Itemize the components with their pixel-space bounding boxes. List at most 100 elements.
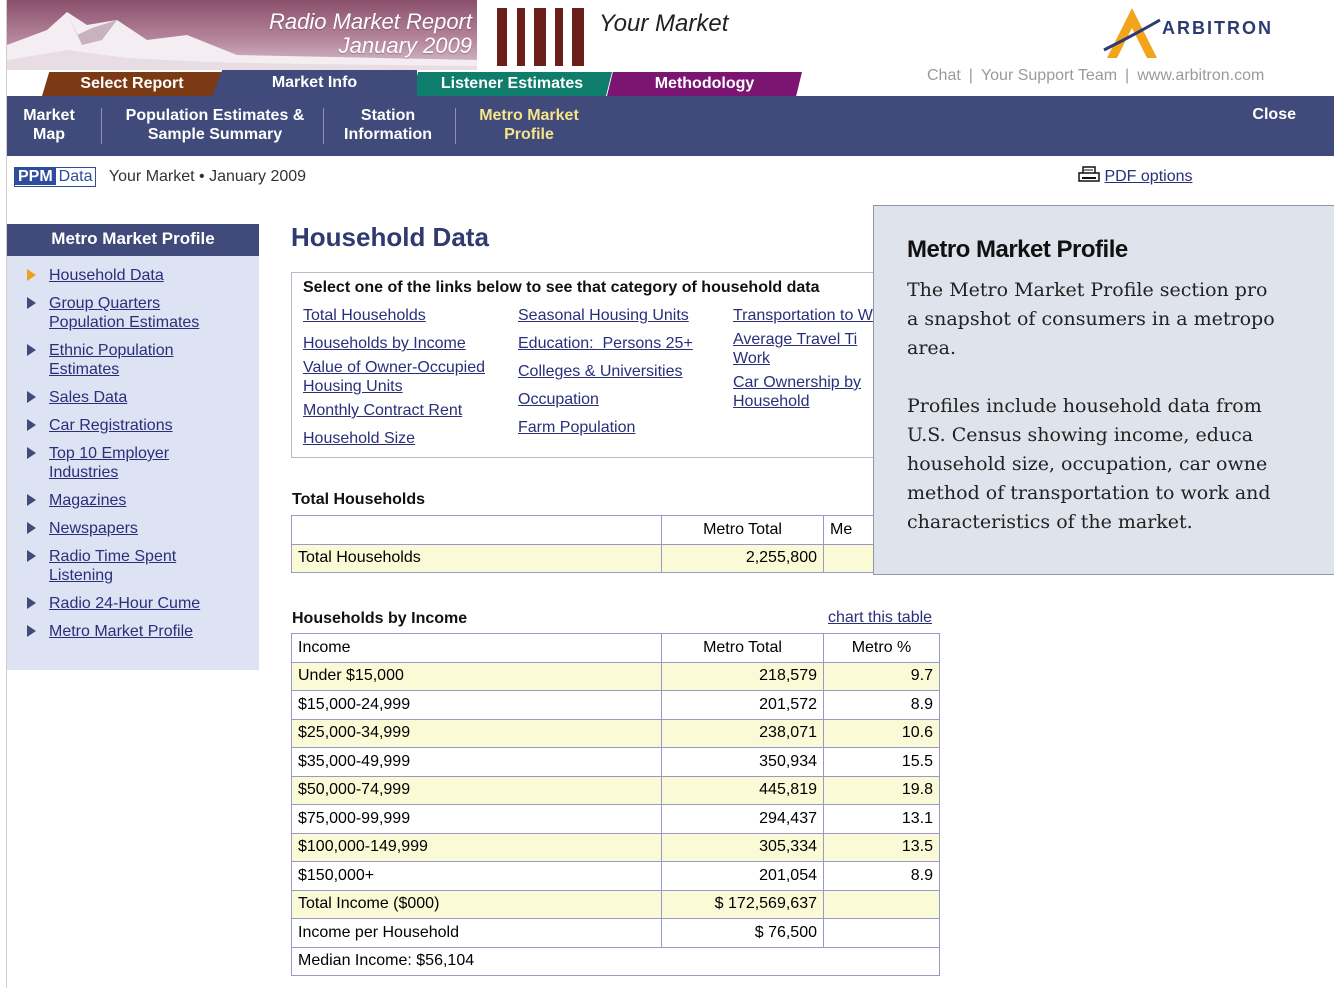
metro-percent-cell: 9.7: [823, 661, 940, 691]
metro-percent-cell: 19.8: [823, 775, 940, 805]
table-header-row: Metro Total Me: [291, 515, 940, 545]
link-total-households[interactable]: Total Households: [303, 306, 508, 325]
table-row: Under $15,000 218,579 9.7: [291, 661, 940, 691]
link-column-2: Seasonal Housing Units Education: Person…: [518, 306, 718, 437]
tab-methodology[interactable]: Methodology: [607, 72, 802, 96]
link-transportation[interactable]: Transportation to W: [733, 306, 873, 325]
sidebar-item-magazines[interactable]: Magazines: [7, 491, 259, 510]
nav-station-information[interactable]: Station Information: [337, 106, 439, 144]
metro-total-cell: $ 172,569,637: [661, 889, 824, 919]
arrow-icon: [27, 391, 36, 403]
row-label: Total Households: [291, 543, 662, 573]
tab-market-info[interactable]: Market Info: [212, 70, 417, 96]
header-cell: [291, 515, 662, 545]
sidebar-item-label[interactable]: Radio Time Spent Listening: [49, 548, 176, 584]
report-tabs: Select Report Methodology Listener Estim…: [7, 70, 907, 96]
report-title-line1: Radio Market Report: [269, 9, 472, 34]
table-row: Median Income: $56,104: [291, 946, 940, 976]
sidebar-item-label[interactable]: Metro Market Profile: [49, 623, 193, 640]
table-row: $50,000-74,999 445,819 19.8: [291, 775, 940, 805]
pdf-options-link[interactable]: PDF options: [1104, 168, 1192, 185]
sidebar-item-label[interactable]: Household Data: [49, 267, 164, 284]
table-header-row: Income Metro Total Metro %: [291, 633, 940, 663]
pdf-options[interactable]: PDF options: [1078, 166, 1193, 186]
chat-link[interactable]: Chat: [927, 67, 961, 84]
metro-percent-cell: [823, 889, 940, 919]
arbitron-triangle-icon: [1103, 8, 1161, 58]
sidebar-item-sales-data[interactable]: Sales Data: [7, 388, 259, 407]
sidebar-item-newspapers[interactable]: Newspapers: [7, 519, 259, 538]
sidebar-title: Metro Market Profile: [7, 224, 259, 256]
arrow-icon: [27, 419, 36, 431]
nav-population-estimates[interactable]: Population Estimates & Sample Summary: [115, 106, 315, 144]
sidebar-item-ethnic-population[interactable]: Ethnic Population Estimates: [7, 341, 197, 379]
arbitron-site-link[interactable]: www.arbitron.com: [1137, 67, 1264, 84]
nav-divider: [323, 108, 324, 144]
arrow-icon: [27, 297, 36, 309]
link-colleges[interactable]: Colleges & Universities: [518, 362, 718, 381]
metro-total-cell: 305,334: [661, 832, 824, 862]
link-average-travel-time[interactable]: Average Travel Ti Work: [733, 330, 873, 368]
sidebar-item-household-data[interactable]: Household Data: [7, 266, 259, 285]
total-households-table: Metro Total Me Total Households 2,255,80…: [291, 515, 940, 573]
nav-market-map[interactable]: Market Map: [17, 106, 81, 144]
link-monthly-contract-rent[interactable]: Monthly Contract Rent: [303, 401, 508, 420]
sidebar-item-metro-market-profile[interactable]: Metro Market Profile: [7, 622, 259, 641]
arbitron-logo[interactable]: ARBITRON: [1102, 6, 1332, 66]
sidebar: Metro Market Profile Household Data Grou…: [7, 224, 259, 670]
sidebar-item-car-registrations[interactable]: Car Registrations: [7, 416, 259, 435]
link-farm-population[interactable]: Farm Population: [518, 418, 718, 437]
sidebar-item-label[interactable]: Group Quarters Population Estimates: [49, 295, 199, 331]
median-income-cell: Median Income: $56,104: [291, 946, 940, 976]
row-label: Total Income ($000): [291, 889, 662, 919]
support-team-link[interactable]: Your Support Team: [981, 67, 1117, 84]
sidebar-item-label[interactable]: Car Registrations: [49, 417, 173, 434]
link-occupation[interactable]: Occupation: [518, 390, 718, 409]
sub-navigation: Market Map Population Estimates & Sample…: [7, 96, 1334, 156]
metro-percent-cell: 10.6: [823, 718, 940, 748]
link-education[interactable]: Education: Persons 25+: [518, 334, 718, 353]
table-row: $100,000-149,999 305,334 13.5: [291, 832, 940, 862]
metro-percent-cell: [823, 918, 940, 948]
link-household-size[interactable]: Household Size: [303, 429, 508, 448]
link-seasonal-housing[interactable]: Seasonal Housing Units: [518, 306, 718, 325]
header-cell: Metro Total: [661, 633, 824, 663]
table-row: Income per Household $ 76,500: [291, 918, 940, 948]
nav-metro-market-profile[interactable]: Metro Market Profile: [469, 106, 589, 144]
metro-total-cell: 294,437: [661, 804, 824, 834]
metro-percent-cell: 8.9: [823, 690, 940, 720]
arrow-icon: [27, 494, 36, 506]
popup-paragraph-1: The Metro Market Profile section pro a s…: [907, 279, 1275, 359]
link-households-by-income[interactable]: Households by Income: [303, 334, 508, 353]
metro-percent-cell: 13.1: [823, 804, 940, 834]
header-cell: Metro %: [823, 633, 940, 663]
metro-percent-cell: 15.5: [823, 747, 940, 777]
sidebar-item-top-employers[interactable]: Top 10 Employer Industries: [7, 444, 207, 482]
sidebar-item-label[interactable]: Newspapers: [49, 520, 138, 537]
chart-this-table-link[interactable]: chart this table: [828, 609, 932, 627]
ppm-data-badge: PPM Data: [14, 167, 97, 187]
table-row: Total Income ($000) $ 172,569,637: [291, 889, 940, 919]
link-car-ownership[interactable]: Car Ownership by Household: [733, 373, 878, 411]
link-value-owner-occupied[interactable]: Value of Owner-Occupied Housing Units: [303, 358, 503, 396]
sidebar-item-label[interactable]: Ethnic Population Estimates: [49, 342, 174, 378]
arrow-icon: [27, 625, 36, 637]
sidebar-item-radio-tsl[interactable]: Radio Time Spent Listening: [7, 547, 207, 585]
arrow-icon: [27, 597, 36, 609]
sidebar-item-label[interactable]: Top 10 Employer Industries: [49, 445, 169, 481]
close-button[interactable]: Close: [1252, 106, 1296, 124]
sidebar-item-group-quarters[interactable]: Group Quarters Population Estimates: [7, 294, 207, 332]
income-table: Income Metro Total Metro % Under $15,000…: [291, 633, 940, 976]
popup-text: The Metro Market Profile section pro a s…: [907, 276, 1334, 537]
tab-listener-estimates[interactable]: Listener Estimates: [412, 72, 612, 96]
metro-total-cell: 445,819: [661, 775, 824, 805]
popup-paragraph-2: Profiles include household data from U.S…: [907, 395, 1271, 533]
tab-select-report[interactable]: Select Report: [42, 72, 222, 96]
table-row: $25,000-34,999 238,071 10.6: [291, 718, 940, 748]
sidebar-item-label[interactable]: Sales Data: [49, 389, 127, 406]
sidebar-item-radio-cume[interactable]: Radio 24-Hour Cume: [7, 594, 259, 613]
metro-total-cell: 2,255,800: [661, 543, 824, 573]
sidebar-list: Household Data Group Quarters Population…: [7, 256, 259, 641]
sidebar-item-label[interactable]: Radio 24-Hour Cume: [49, 595, 200, 612]
sidebar-item-label[interactable]: Magazines: [49, 492, 126, 509]
